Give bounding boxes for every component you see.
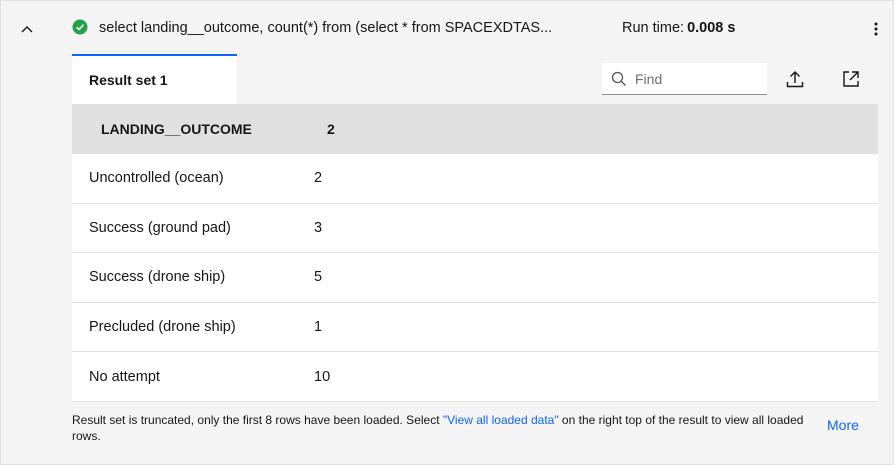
open-in-new-button[interactable] <box>838 66 864 92</box>
query-result-panel: select landing__outcome, count(*) from (… <box>0 0 894 465</box>
find-field[interactable] <box>602 63 767 95</box>
chevron-up-icon <box>21 26 33 33</box>
cell-count: 3 <box>314 219 323 236</box>
table-row: No attempt 10 <box>72 352 878 402</box>
query-header: select landing__outcome, count(*) from (… <box>1 1 895 55</box>
checkmark-filled-icon <box>72 19 88 35</box>
export-button[interactable] <box>782 66 808 92</box>
table-row: Precluded (drone ship) 1 <box>72 302 878 353</box>
table-row: Success (drone ship) 5 <box>72 253 878 303</box>
collapse-button[interactable] <box>15 17 39 41</box>
cell-outcome: Success (ground pad) <box>89 219 231 236</box>
column-header-landing-outcome[interactable]: LANDING__OUTCOME <box>72 121 313 137</box>
overflow-menu-vertical-icon <box>874 22 878 36</box>
find-input[interactable] <box>635 70 755 87</box>
truncation-notice: Result set is truncated, only the first … <box>72 412 812 444</box>
query-text: select landing__outcome, count(*) from (… <box>99 20 553 36</box>
table-row: Uncontrolled (ocean) 2 <box>72 154 878 204</box>
notice-text-before: Result set is truncated, only the first … <box>72 413 443 427</box>
cell-outcome: Uncontrolled (ocean) <box>89 170 224 187</box>
cell-outcome: Precluded (drone ship) <box>89 319 236 336</box>
upload-icon <box>786 71 804 88</box>
launch-icon <box>843 71 859 87</box>
runtime-label: Run time: <box>622 20 685 36</box>
cell-outcome: Success (drone ship) <box>89 269 226 286</box>
more-link[interactable]: More <box>827 417 859 433</box>
runtime: Run time: 0.008 s <box>622 20 735 36</box>
runtime-value: 0.008 s <box>687 20 736 36</box>
column-header-count[interactable]: 2 <box>313 121 335 137</box>
cell-count: 10 <box>314 368 331 385</box>
overflow-menu-button[interactable] <box>865 17 887 41</box>
cell-count: 5 <box>314 269 323 286</box>
view-all-loaded-data-link[interactable]: "View all loaded data" <box>443 413 559 427</box>
cell-outcome: No attempt <box>89 368 160 385</box>
tab-result-set-1[interactable]: Result set 1 <box>72 54 237 104</box>
table-header: LANDING__OUTCOME 2 <box>72 104 878 154</box>
search-icon <box>611 71 626 86</box>
cell-count: 2 <box>314 170 323 187</box>
cell-count: 1 <box>314 319 323 336</box>
table-row: Success (ground pad) 3 <box>72 203 878 254</box>
result-table: LANDING__OUTCOME 2 Uncontrolled (ocean) … <box>72 104 878 402</box>
